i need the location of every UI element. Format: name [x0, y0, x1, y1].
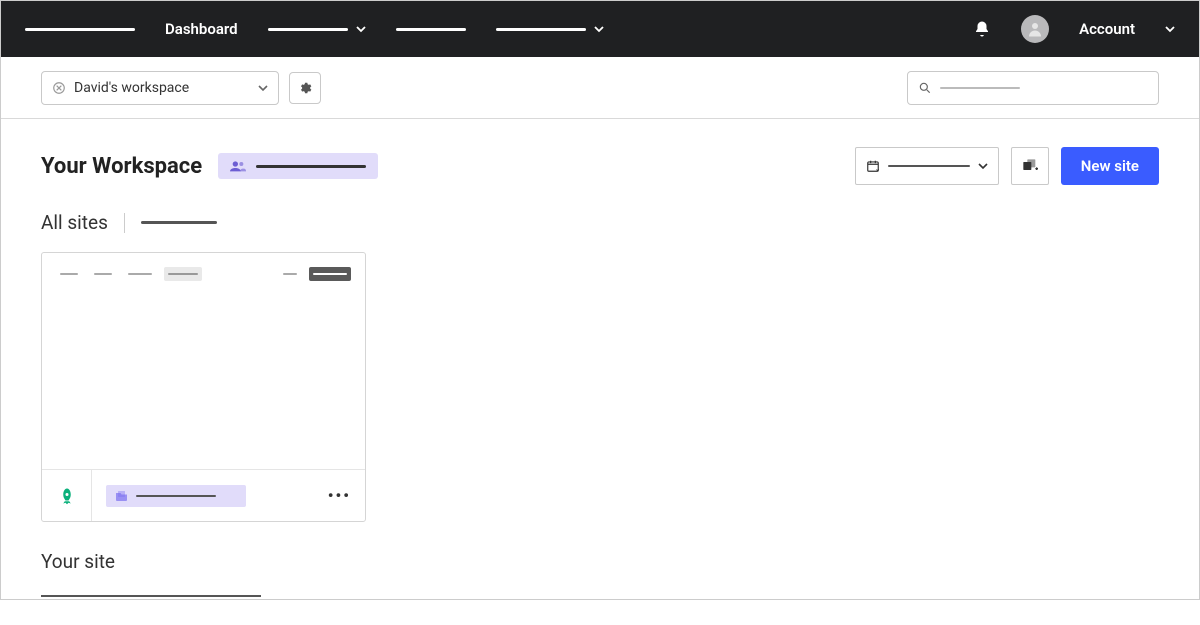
gear-icon: [298, 81, 312, 95]
tag-item: [56, 267, 82, 281]
your-site-heading: Your site: [41, 550, 1159, 573]
chevron-down-icon: [978, 161, 988, 171]
workspace-bar: David's workspace: [1, 57, 1199, 119]
workspace-actions: New site: [855, 147, 1159, 185]
site-card-footer: •••: [42, 469, 365, 521]
site-status-cell[interactable]: [42, 470, 92, 521]
nav-dashboard[interactable]: Dashboard: [165, 20, 238, 38]
site-tags: [56, 267, 351, 281]
rocket-icon: [58, 486, 76, 506]
tag-chip: [164, 267, 202, 281]
bell-icon: [973, 20, 991, 38]
site-more-button[interactable]: •••: [328, 486, 351, 505]
tag-item: [90, 267, 116, 281]
chevron-down-icon: [356, 24, 366, 34]
main-content: Your Workspace New site All sites: [1, 119, 1199, 625]
search-input[interactable]: [907, 71, 1159, 105]
divider: [124, 213, 125, 233]
nav-item-3[interactable]: [396, 28, 466, 31]
avatar[interactable]: [1021, 15, 1049, 43]
workspace-select[interactable]: David's workspace: [41, 71, 279, 105]
people-icon: [230, 160, 246, 172]
date-label-placeholder: [888, 165, 970, 167]
account-label: Account: [1079, 20, 1135, 38]
nav-label-placeholder: [496, 28, 586, 31]
chevron-down-icon[interactable]: [1165, 24, 1175, 34]
tag-dark: [309, 267, 351, 281]
duplicate-site-button[interactable]: [1011, 147, 1049, 185]
workspace-icon: [52, 81, 66, 95]
date-range-button[interactable]: [855, 147, 999, 185]
tag-item: [279, 267, 301, 281]
notifications-button[interactable]: [973, 20, 991, 38]
nav-logo[interactable]: [25, 28, 135, 31]
more-icon: •••: [328, 486, 351, 505]
workspace-settings-button[interactable]: [289, 72, 321, 104]
chevron-down-icon: [594, 24, 604, 34]
logo-placeholder: [25, 28, 135, 31]
section-rule: [41, 595, 261, 597]
workspace-name: David's workspace: [74, 80, 189, 96]
nav-label-placeholder: [396, 28, 466, 31]
person-icon: [1026, 20, 1044, 38]
all-sites-row: All sites: [41, 211, 1159, 234]
new-site-button[interactable]: New site: [1061, 147, 1159, 185]
filter-placeholder[interactable]: [141, 221, 217, 224]
nav-account[interactable]: Account: [1079, 20, 1135, 38]
duplicate-icon: [1022, 159, 1038, 173]
site-name-badge[interactable]: [106, 485, 246, 507]
nav-item-2[interactable]: [268, 24, 366, 34]
top-nav: Dashboard Account: [1, 1, 1199, 57]
search-icon: [918, 81, 932, 95]
all-sites-heading: All sites: [41, 211, 108, 234]
folder-icon: [116, 491, 128, 501]
page-title: Your Workspace: [41, 154, 202, 179]
nav-label-placeholder: [268, 28, 348, 31]
tag-item: [124, 267, 156, 281]
members-badge[interactable]: [218, 153, 378, 179]
site-preview: [42, 253, 365, 469]
calendar-icon: [866, 159, 880, 173]
chevron-down-icon: [258, 83, 268, 93]
nav-item-4[interactable]: [496, 24, 604, 34]
heading-row: Your Workspace New site: [41, 147, 1159, 185]
site-name-placeholder: [136, 495, 216, 497]
members-label-placeholder: [256, 165, 366, 168]
search-placeholder: [940, 87, 1020, 89]
site-card[interactable]: •••: [41, 252, 366, 522]
